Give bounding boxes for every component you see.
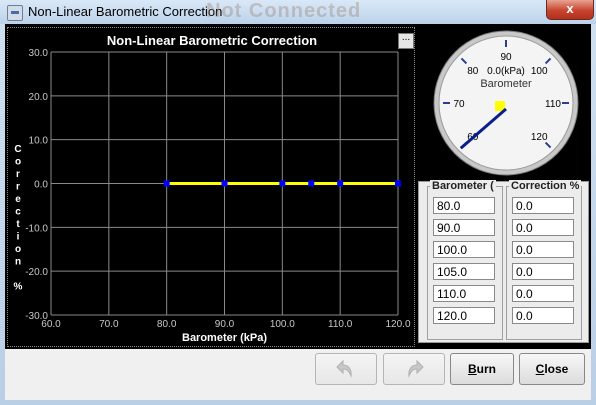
chart-menu-button[interactable]: ... [398, 33, 414, 49]
correction-column-header: Correction % [509, 180, 581, 192]
correction-cell[interactable]: 0.0 [512, 219, 574, 236]
gauge-tick-label: 80 [467, 66, 479, 77]
chart-plot[interactable]: 60.0 70.0 80.0 90.0 100.0 110.0 120.030.020.01… [8, 28, 414, 346]
x-tick-label: 70.0 [99, 319, 119, 330]
correction-chart[interactable]: 60.0 70.0 80.0 90.0 100.0 110.0 120.0 30.0 20.0 1… [7, 27, 415, 347]
redo-icon [408, 359, 424, 378]
window-title: Non-Linear Barometric Correction [28, 4, 223, 19]
gauge-value-readout: 0.0(kPa) [487, 66, 525, 77]
chart-title: Non-Linear Barometric Correction [106, 33, 318, 48]
x-tick-label: 110.0 [328, 319, 353, 330]
y-axis-label-letter: % [14, 282, 23, 293]
gauge-dial: 607080901001101200.0(kPa)Barometer [433, 30, 579, 176]
close-label: lose [544, 362, 569, 376]
gauge-tick-label: 90 [500, 52, 512, 63]
data-point [221, 180, 228, 187]
burn-label: urn [476, 362, 496, 376]
y-tick-label: -20.0 [25, 267, 48, 278]
y-tick-label: 10.0 [29, 136, 49, 147]
title-bar[interactable]: Non-Linear Barometric Correction Not Con… [0, 0, 596, 24]
correction-cell[interactable]: 0.0 [512, 241, 574, 258]
y-tick-label: 30.0 [29, 48, 49, 59]
data-point [395, 180, 401, 187]
barometer-column-header: Barometer ( [430, 180, 496, 192]
barometer-cell[interactable]: 105.0 [433, 263, 495, 280]
undo-icon [336, 359, 352, 378]
barometer-column: Barometer ( 80.0 90.0 100.0 105.0 110.0 … [427, 180, 503, 340]
correction-table: Barometer ( 80.0 90.0 100.0 105.0 110.0 … [418, 180, 589, 343]
x-tick-label: 90.0 [215, 319, 235, 330]
gauge-tick-label: 120 [531, 132, 548, 143]
y-axis-label-letter: C [14, 144, 21, 155]
y-axis-label-letter: o [15, 157, 21, 168]
gauge-tick-label: 110 [545, 99, 561, 110]
gauge-label: Barometer [480, 78, 532, 90]
x-axis-label: Barometer (kPa) [182, 332, 267, 344]
y-axis-label-letter: i [17, 232, 20, 243]
y-tick-label: -30.0 [25, 311, 48, 322]
window-close-button[interactable]: x [546, 0, 594, 20]
barometer-cell[interactable]: 80.0 [433, 197, 495, 214]
gauge-tick-label: 70 [453, 99, 465, 110]
y-axis-label-letter: r [16, 169, 20, 180]
background-window-title: Not Connected [206, 0, 362, 22]
correction-cell[interactable]: 0.0 [512, 197, 574, 214]
x-tick-label: 100.0 [270, 319, 295, 330]
undo-button[interactable] [315, 353, 377, 385]
y-tick-label: 0.0 [34, 180, 48, 191]
x-tick-label: 120.0 [385, 319, 410, 330]
data-point [308, 180, 315, 187]
y-tick-label: -10.0 [25, 223, 48, 234]
barometer-cell[interactable]: 110.0 [433, 285, 495, 302]
x-tick-label: 80.0 [157, 319, 177, 330]
correction-column: Correction % 0.0 0.0 0.0 0.0 0.0 0.0 [506, 180, 582, 340]
gauge-tick-label: 100 [531, 66, 548, 77]
y-axis-label-letter: c [15, 207, 21, 218]
y-axis-label-letter: t [16, 219, 20, 230]
y-tick-label: 20.0 [29, 92, 49, 103]
barometer-cell[interactable]: 120.0 [433, 307, 495, 324]
close-button[interactable]: Close [519, 353, 585, 385]
dialog-body: 60.0 70.0 80.0 90.0 100.0 110.0 120.0 30.0 20.0 1… [5, 24, 591, 400]
barometer-gauge: 607080901001101200.0(kPa)Barometer [423, 27, 589, 177]
barometer-cell[interactable]: 90.0 [433, 219, 495, 236]
correction-cell[interactable]: 0.0 [512, 307, 574, 324]
data-point [337, 180, 344, 187]
app-icon [7, 5, 23, 21]
y-axis-label-letter: n [15, 257, 21, 268]
correction-cell[interactable]: 0.0 [512, 263, 574, 280]
dialog-window: Non-Linear Barometric Correction Not Con… [0, 0, 596, 405]
burn-button[interactable]: Burn [450, 353, 514, 385]
y-axis-label-letter: o [15, 244, 21, 255]
burn-mnemonic: B [467, 362, 477, 376]
correction-cell[interactable]: 0.0 [512, 285, 574, 302]
barometer-cell[interactable]: 100.0 [433, 241, 495, 258]
data-point [163, 180, 170, 187]
data-point [279, 180, 286, 187]
y-axis-label-letter: e [15, 194, 21, 205]
redo-button[interactable] [383, 353, 445, 385]
content-panel: 60.0 70.0 80.0 90.0 100.0 110.0 120.0 30.0 20.0 1… [5, 24, 591, 349]
y-axis-label-letter: r [16, 182, 20, 193]
